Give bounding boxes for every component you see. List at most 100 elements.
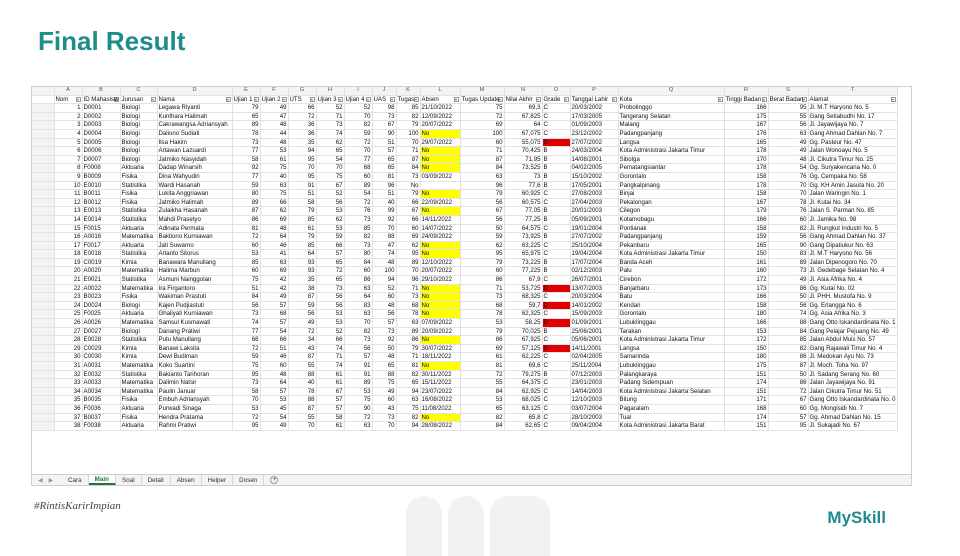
column-letter[interactable]: N xyxy=(504,87,543,96)
table-cell[interactable]: Gg. Cempaka No. 58 xyxy=(808,172,898,182)
table-cell[interactable]: 20/09/2022 xyxy=(420,327,461,337)
table-cell[interactable]: Ilsa Hakim xyxy=(157,138,233,148)
table-cell[interactable]: 165 xyxy=(724,138,769,148)
table-cell[interactable]: 70 xyxy=(372,224,397,234)
table-cell[interactable]: 53 xyxy=(232,249,261,259)
table-cell[interactable]: E0013 xyxy=(82,206,121,216)
table-cell[interactable]: Banawara Manullang xyxy=(157,258,233,268)
table-cell[interactable]: 48 xyxy=(260,138,289,148)
table-cell[interactable]: 96 xyxy=(460,181,505,191)
table-cell[interactable]: 95 xyxy=(288,155,317,165)
table-cell[interactable]: 57 xyxy=(260,301,289,311)
row-number[interactable] xyxy=(32,344,55,354)
table-cell[interactable]: B xyxy=(542,232,571,242)
table-cell[interactable]: 73,925 xyxy=(504,232,543,242)
table-cell[interactable]: C xyxy=(542,352,571,362)
row-number[interactable] xyxy=(32,370,55,380)
table-cell[interactable]: 78 xyxy=(232,129,261,139)
table-cell[interactable]: D0001 xyxy=(82,103,121,113)
table-cell[interactable]: 24 xyxy=(54,301,83,311)
table-cell[interactable]: Cilegon xyxy=(618,206,725,216)
table-cell[interactable]: 7 xyxy=(54,155,83,165)
table-cell[interactable]: 42 xyxy=(260,275,289,285)
table-cell[interactable]: Statistika xyxy=(120,370,158,380)
table-cell[interactable]: C xyxy=(542,421,571,431)
table-cell[interactable]: 64,375 xyxy=(504,378,543,388)
table-cell[interactable]: 151 xyxy=(724,387,769,397)
table-cell[interactable]: Langsa xyxy=(618,344,725,354)
table-cell[interactable]: 82 xyxy=(344,232,373,242)
table-cell[interactable]: 02/12/2003 xyxy=(570,266,619,277)
table-cell[interactable]: Gorontalo xyxy=(618,309,725,320)
table-cell[interactable]: 73 xyxy=(504,172,543,182)
table-cell[interactable]: 56 xyxy=(316,292,345,302)
table-cell[interactable]: Dewi Budiman xyxy=(157,352,233,362)
table-cell[interactable]: 67,825 xyxy=(504,112,543,122)
table-cell[interactable]: D0027 xyxy=(82,327,121,337)
row-number[interactable] xyxy=(32,327,55,337)
table-cell[interactable]: 33 xyxy=(54,378,83,388)
table-cell[interactable]: 158 xyxy=(724,301,769,311)
table-cell[interactable]: 27/08/2003 xyxy=(570,189,619,199)
table-cell[interactable]: 86 xyxy=(460,275,505,285)
tab-detail[interactable]: Detail xyxy=(142,475,171,485)
table-cell[interactable]: 66 xyxy=(316,241,345,251)
table-cell[interactable]: 57 xyxy=(372,146,397,156)
table-cell[interactable]: 60,925 xyxy=(504,189,543,199)
table-cell[interactable]: D xyxy=(542,138,571,148)
table-cell[interactable]: F0008 xyxy=(82,163,121,173)
row-number[interactable] xyxy=(32,146,55,156)
table-cell[interactable]: 79 xyxy=(288,232,317,242)
table-cell[interactable]: Pekanbaru xyxy=(618,241,725,251)
table-cell[interactable]: 82 xyxy=(460,413,505,423)
table-cell[interactable]: 13 xyxy=(54,206,83,216)
table-cell[interactable]: 87 xyxy=(288,404,317,414)
tab-soal[interactable]: Soal xyxy=(116,475,142,485)
table-cell[interactable]: 51 xyxy=(372,189,397,199)
table-cell[interactable]: 69 xyxy=(260,266,289,277)
table-cell[interactable]: 60 xyxy=(768,404,809,414)
column-header[interactable]: ▾ Ujian 2 xyxy=(260,95,289,105)
table-cell[interactable]: 158 xyxy=(724,172,769,182)
table-cell[interactable]: 05/06/2001 xyxy=(570,335,619,345)
table-cell[interactable]: 87 xyxy=(768,361,809,371)
table-cell[interactable]: 53 xyxy=(316,318,345,328)
table-cell[interactable]: Statistika xyxy=(120,215,158,225)
row-number[interactable] xyxy=(32,172,55,182)
table-cell[interactable]: 60 xyxy=(232,241,261,251)
table-cell[interactable]: Ghaliyati Kurniawan xyxy=(157,309,233,320)
table-cell[interactable]: No xyxy=(420,301,461,311)
table-cell[interactable]: 21/10/2022 xyxy=(420,103,461,113)
table-cell[interactable]: 85 xyxy=(232,258,261,268)
table-cell[interactable]: Aktuaria xyxy=(120,163,158,173)
table-cell[interactable]: 96 xyxy=(396,275,421,285)
table-cell[interactable]: C xyxy=(542,120,571,130)
column-letter[interactable]: S xyxy=(768,87,809,96)
row-number[interactable] xyxy=(32,206,55,216)
table-cell[interactable]: 65 xyxy=(460,404,505,414)
table-cell[interactable]: 54 xyxy=(260,413,289,423)
table-cell[interactable]: B0009 xyxy=(82,172,121,182)
filter-dropdown-icon[interactable]: ▾ xyxy=(389,96,395,102)
table-cell[interactable]: Jl. Kutai No. 34 xyxy=(808,198,898,208)
table-cell[interactable]: 48 xyxy=(372,352,397,362)
table-cell[interactable]: 174 xyxy=(724,413,769,423)
table-cell[interactable]: C0030 xyxy=(82,352,121,362)
table-cell[interactable]: 70 xyxy=(372,421,397,431)
table-cell[interactable]: 10 xyxy=(54,181,83,191)
table-cell[interactable]: 44 xyxy=(260,129,289,139)
table-cell[interactable]: 81 xyxy=(460,361,505,371)
table-cell[interactable]: Samsul Kusmawati xyxy=(157,318,233,328)
table-cell[interactable]: 50 xyxy=(460,224,505,234)
table-cell[interactable]: 21 xyxy=(54,275,83,285)
row-number[interactable] xyxy=(32,387,55,397)
table-cell[interactable]: 62,925 xyxy=(504,387,543,397)
table-cell[interactable]: 50 xyxy=(768,370,809,380)
table-cell[interactable]: No xyxy=(420,241,461,251)
table-cell[interactable]: 25/06/2001 xyxy=(570,327,619,337)
table-cell[interactable]: 64 xyxy=(260,378,289,388)
table-cell[interactable]: 30 xyxy=(54,352,83,362)
row-number[interactable] xyxy=(32,292,55,302)
table-cell[interactable]: 49 xyxy=(768,138,809,148)
table-cell[interactable]: 29/07/2022 xyxy=(420,138,461,148)
